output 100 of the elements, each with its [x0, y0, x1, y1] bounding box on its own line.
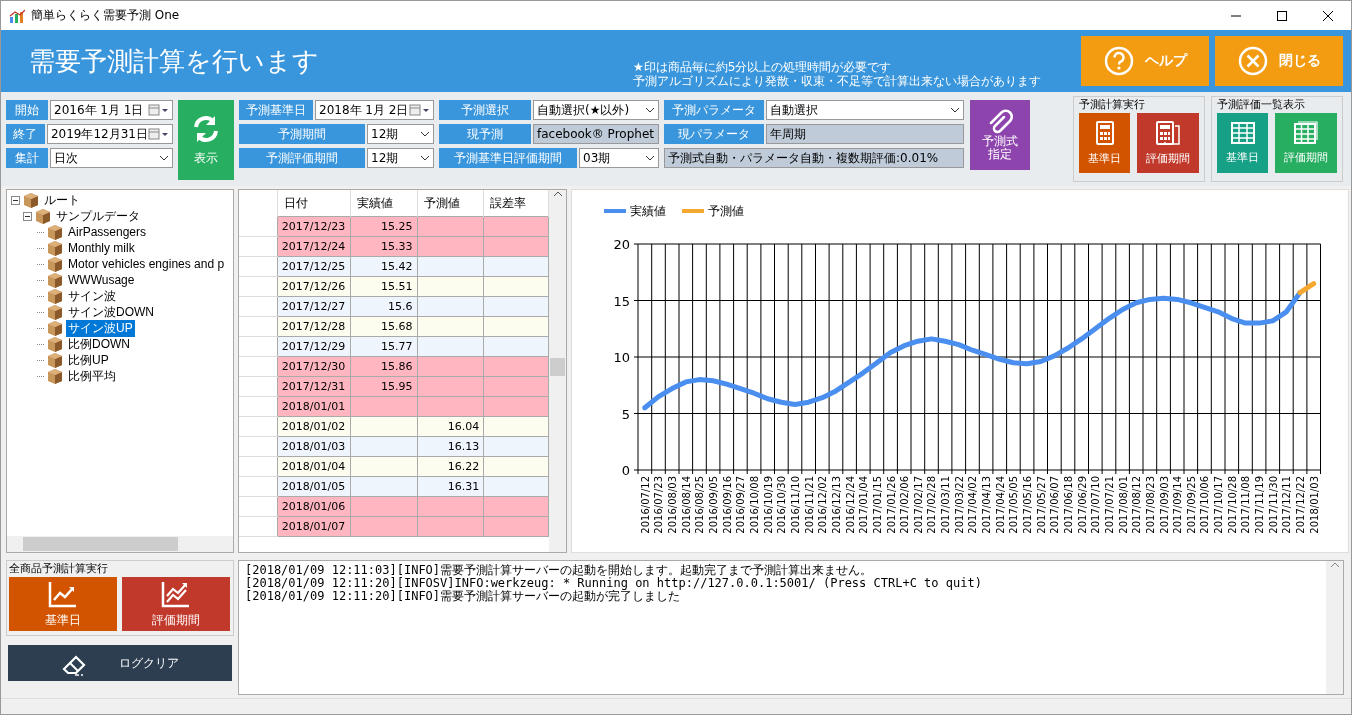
dropdown[interactable]: 12期: [367, 148, 434, 168]
scroll-thumb[interactable]: [550, 358, 565, 376]
axis-tick-label: 2016/11/10: [789, 476, 801, 534]
run-all-button[interactable]: 評価期間: [122, 577, 230, 631]
tree-item[interactable]: 比例UP: [66, 351, 111, 369]
close-icon: [1323, 10, 1333, 21]
column-header: 予測値: [417, 190, 484, 217]
scroll-up-icon[interactable]: [1329, 561, 1340, 569]
table-cell: 2018/01/05: [277, 476, 351, 497]
tree-item[interactable]: 比例DOWN: [66, 335, 132, 353]
dropdown[interactable]: 自動選択: [766, 100, 964, 120]
tree-item[interactable]: サンプルデータ: [54, 207, 142, 225]
axis-tick-label: 2017/11/19: [1254, 476, 1266, 534]
axis-tick-label: 2016/10/30: [776, 476, 788, 534]
date-field[interactable]: 2016年 1月 1日: [50, 100, 173, 120]
axis-tick-label: 2017/05/27: [1035, 476, 1047, 534]
axis-tick-label: 2017/10/28: [1226, 476, 1238, 534]
axis-tick-label: 2017/02/17: [912, 476, 924, 534]
field-label: 開始: [6, 100, 48, 120]
calendar-icon: [409, 103, 430, 117]
axis-tick-label: 2017/01/04: [858, 476, 870, 534]
table-cell: 2018/01/01: [277, 396, 351, 417]
axis-tick-label: 2016/07/12: [639, 476, 651, 534]
calendar-icon: [148, 103, 169, 117]
chevron-icon: [645, 106, 655, 114]
axis-tick-label: 2016/07/23: [653, 476, 665, 534]
calculator-icon: [1156, 120, 1180, 145]
tree-item[interactable]: 比例平均: [66, 367, 118, 385]
calendar-icon: [148, 127, 169, 141]
column-header: 実績値: [350, 190, 418, 217]
tree-item[interactable]: サイン波UP: [66, 319, 135, 337]
line-chart-icon: [161, 579, 191, 608]
axis-tick-label: 2017/08/23: [1144, 476, 1156, 534]
table-cell: [417, 216, 484, 237]
chevron-icon: [950, 106, 960, 114]
axis-tick-label: 2016/08/25: [694, 476, 706, 534]
axis-tick-label: 15: [613, 293, 630, 309]
table-icon: [1230, 121, 1255, 144]
table-cell: 15.25: [350, 216, 418, 237]
paperclip-icon: [987, 109, 1013, 135]
collapse-icon[interactable]: [11, 195, 20, 205]
horizontal-scrollbar[interactable]: [7, 536, 233, 552]
group-title: 予測計算実行: [1079, 97, 1146, 113]
tree-item[interactable]: サイン波: [66, 287, 118, 305]
dropdown[interactable]: 12期: [367, 124, 434, 144]
calculate-button[interactable]: 基準日: [1079, 113, 1130, 173]
axis-tick-label: 2016/08/03: [667, 476, 679, 534]
table-cell: 2018/01/03: [277, 436, 351, 457]
calculator-icon: [1093, 120, 1116, 145]
table-cell: 2017/12/24: [277, 236, 351, 257]
vertical-scrollbar[interactable]: [549, 190, 566, 552]
field-label: 予測基準日: [239, 100, 313, 120]
app-icon: [9, 7, 25, 24]
tree-item[interactable]: AirPassengers: [66, 225, 149, 239]
field-label: 現予測: [439, 124, 531, 144]
vertical-scrollbar[interactable]: [1326, 561, 1343, 694]
scroll-up-icon[interactable]: [552, 190, 563, 198]
axis-tick-label: 2017/04/02: [967, 476, 979, 534]
field-label: 終了: [6, 124, 45, 144]
dropdown[interactable]: 自動選択(★以外): [533, 100, 659, 120]
table-cell: 2018/01/02: [277, 416, 351, 437]
field-label: 予測期間: [239, 124, 365, 144]
legend-swatch: [682, 209, 704, 213]
tree-item[interactable]: Motor vehicles engines and p: [66, 257, 227, 271]
clear-log-button[interactable]: ログクリア: [8, 645, 232, 681]
box-icon: [46, 223, 64, 241]
axis-tick-label: 10: [613, 350, 630, 365]
axis-tick-label: 2017/04/24: [994, 476, 1006, 534]
formula-button[interactable]: 予測式 指定: [970, 100, 1030, 170]
table-cell: 2017/12/23: [277, 216, 351, 237]
axis-tick-label: 2018/01/03: [1308, 476, 1320, 534]
date-field[interactable]: 2019年12月31日: [46, 124, 173, 144]
axis-tick-label: 2017/11/30: [1267, 476, 1279, 534]
box-icon: [22, 191, 40, 209]
axis-tick-label: 2017/09/14: [1172, 476, 1184, 534]
field-label: 予測パラメータ: [664, 100, 764, 120]
tree-item[interactable]: サイン波DOWN: [66, 303, 156, 321]
table-cell: 2017/12/25: [277, 256, 351, 277]
tree-item[interactable]: ルート: [42, 191, 82, 209]
collapse-icon[interactable]: [23, 211, 32, 221]
run-all-button[interactable]: 基準日: [9, 577, 117, 631]
note-text: 予測アルゴリズムにより発散・収束・不足等で計算出来ない場合があります: [633, 74, 1041, 88]
dropdown[interactable]: 日次: [50, 148, 173, 168]
refresh-icon: [191, 113, 221, 144]
axis-tick-label: 2017/06/18: [1062, 476, 1074, 534]
axis-tick-label: 2017/02/06: [899, 476, 911, 534]
calculate-button[interactable]: 評価期間: [1137, 113, 1199, 173]
date-field[interactable]: 2018年 1月 2日: [315, 100, 434, 120]
tree-item[interactable]: WWWusage: [66, 273, 137, 287]
axis-tick-label: 2016/08/14: [680, 476, 692, 534]
tree-item[interactable]: Monthly milk: [66, 241, 137, 255]
box-icon: [46, 303, 64, 321]
field-label: 予測選択: [439, 100, 531, 120]
box-icon: [46, 287, 64, 305]
dropdown[interactable]: 03期: [579, 148, 659, 168]
chevron-icon: [420, 154, 430, 162]
axis-tick-label: 2017/10/17: [1213, 476, 1225, 534]
axis-tick-label: 2017/07/21: [1103, 476, 1115, 534]
note-text: ★印は商品毎に約5分以上の処理時間が必要です: [633, 60, 893, 74]
axis-tick-label: 2017/05/16: [1022, 476, 1034, 534]
